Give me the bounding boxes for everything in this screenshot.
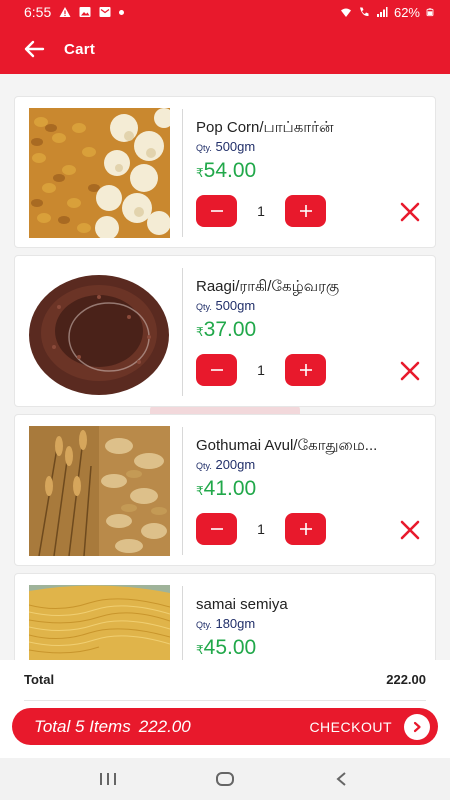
qty-value: 500gm bbox=[215, 298, 256, 313]
checkout-button[interactable]: Total 5 Items 222.00 CHECKOUT bbox=[12, 708, 438, 745]
quantity-stepper: 1 bbox=[196, 195, 326, 227]
back-arrow-icon[interactable] bbox=[10, 24, 58, 74]
product-name: samai semiya bbox=[196, 596, 288, 613]
decrease-button[interactable] bbox=[196, 354, 237, 386]
increase-button[interactable] bbox=[285, 195, 326, 227]
card-divider bbox=[182, 427, 183, 555]
product-name: Pop Corn/பாப்கார்ன் bbox=[196, 119, 334, 136]
card-divider bbox=[182, 109, 183, 237]
alert-icon bbox=[59, 7, 71, 17]
product-image-popcorn bbox=[29, 108, 170, 238]
checkout-amount: 222.00 bbox=[138, 716, 191, 736]
decrease-button[interactable] bbox=[196, 513, 237, 545]
qty-label: Qty. bbox=[196, 143, 212, 153]
close-icon[interactable] bbox=[399, 519, 421, 541]
total-divider bbox=[24, 700, 426, 701]
quantity-stepper: 1 bbox=[196, 513, 326, 545]
product-name: Raagi/ராகி/கேழ்வரகு bbox=[196, 278, 340, 295]
total-value: 222.00 bbox=[386, 672, 426, 687]
product-qty: Qty. 180gm bbox=[196, 616, 255, 631]
product-name: Gothumai Avul/கோதுமை... bbox=[196, 437, 378, 454]
checkout-items: Total 5 Items bbox=[34, 716, 131, 736]
call-icon bbox=[359, 7, 369, 17]
plus-icon bbox=[299, 364, 312, 376]
total-label: Total bbox=[24, 672, 55, 687]
cart-item-card: Gothumai Avul/கோதுமை... Qty. 200gm ₹41.0… bbox=[14, 414, 436, 566]
price-value: 45.00 bbox=[203, 636, 257, 659]
item-count: 1 bbox=[257, 203, 265, 219]
cart-item-card: Pop Corn/பாப்கார்ன் Qty. 500gm ₹54.00 1 bbox=[14, 96, 436, 248]
battery-text: 62% bbox=[393, 4, 420, 20]
card-divider bbox=[182, 586, 183, 660]
image-icon bbox=[79, 7, 91, 17]
card-divider bbox=[182, 268, 183, 396]
cart-item-card: Raagi/ராகி/கேழ்வரகு Qty. 500gm ₹37.00 1 bbox=[14, 255, 436, 407]
page-title: Cart bbox=[64, 40, 96, 58]
decrease-button[interactable] bbox=[196, 195, 237, 227]
qty-label: Qty. bbox=[196, 302, 212, 312]
wifi-icon bbox=[340, 8, 351, 17]
qty-value: 500gm bbox=[215, 139, 256, 154]
chevron-right-icon bbox=[404, 713, 430, 740]
checkout-label: CHECKOUT bbox=[309, 718, 392, 735]
qty-label: Qty. bbox=[196, 461, 212, 471]
product-price: ₹41.00 bbox=[196, 477, 256, 501]
currency-symbol: ₹ bbox=[196, 484, 204, 498]
system-nav-bar bbox=[0, 758, 450, 800]
cart-list[interactable]: Pop Corn/பாப்கார்ன் Qty. 500gm ₹54.00 1 … bbox=[0, 74, 450, 660]
qty-value: 200gm bbox=[215, 457, 256, 472]
minus-icon bbox=[210, 528, 223, 530]
minus-icon bbox=[210, 210, 223, 212]
status-time: 6:55 bbox=[24, 4, 52, 20]
status-bar: 6:55 62% bbox=[0, 0, 450, 24]
currency-symbol: ₹ bbox=[196, 643, 204, 657]
product-image-samai-semiya bbox=[29, 585, 170, 660]
quantity-stepper: 1 bbox=[196, 354, 326, 386]
notification-dot-icon bbox=[119, 9, 125, 15]
back-icon[interactable] bbox=[332, 771, 352, 787]
cart-item-card: samai semiya Qty. 180gm ₹45.00 1 bbox=[14, 573, 436, 660]
plus-icon bbox=[299, 523, 312, 535]
close-icon[interactable] bbox=[399, 201, 421, 223]
mail-icon bbox=[99, 7, 111, 17]
recents-icon[interactable] bbox=[98, 771, 118, 787]
minus-icon bbox=[210, 369, 223, 371]
product-qty: Qty. 500gm bbox=[196, 298, 255, 313]
plus-icon bbox=[299, 205, 312, 217]
app-bar: Cart bbox=[0, 24, 450, 74]
price-value: 41.00 bbox=[203, 477, 257, 500]
close-icon[interactable] bbox=[399, 360, 421, 382]
battery-icon bbox=[426, 8, 434, 17]
home-icon[interactable] bbox=[215, 771, 235, 787]
product-image-raagi bbox=[29, 267, 170, 397]
increase-button[interactable] bbox=[285, 513, 326, 545]
price-value: 54.00 bbox=[203, 159, 257, 182]
total-row: Total 222.00 bbox=[24, 672, 426, 687]
product-qty: Qty. 500gm bbox=[196, 139, 255, 154]
product-price: ₹37.00 bbox=[196, 318, 256, 342]
product-image-gothumai-avul bbox=[29, 426, 170, 556]
qty-label: Qty. bbox=[196, 620, 212, 630]
price-value: 37.00 bbox=[203, 318, 257, 341]
checkout-summary: Total 5 Items 222.00 bbox=[34, 717, 191, 737]
qty-value: 180gm bbox=[215, 616, 256, 631]
currency-symbol: ₹ bbox=[196, 166, 204, 180]
item-count: 1 bbox=[257, 521, 265, 537]
currency-symbol: ₹ bbox=[196, 325, 204, 339]
total-bar: Total 222.00 Total 5 Items 222.00 CHECKOU… bbox=[0, 660, 450, 758]
product-price: ₹45.00 bbox=[196, 636, 256, 660]
signal-icon bbox=[376, 7, 388, 17]
increase-button[interactable] bbox=[285, 354, 326, 386]
product-price: ₹54.00 bbox=[196, 159, 256, 183]
product-qty: Qty. 200gm bbox=[196, 457, 255, 472]
item-count: 1 bbox=[257, 362, 265, 378]
